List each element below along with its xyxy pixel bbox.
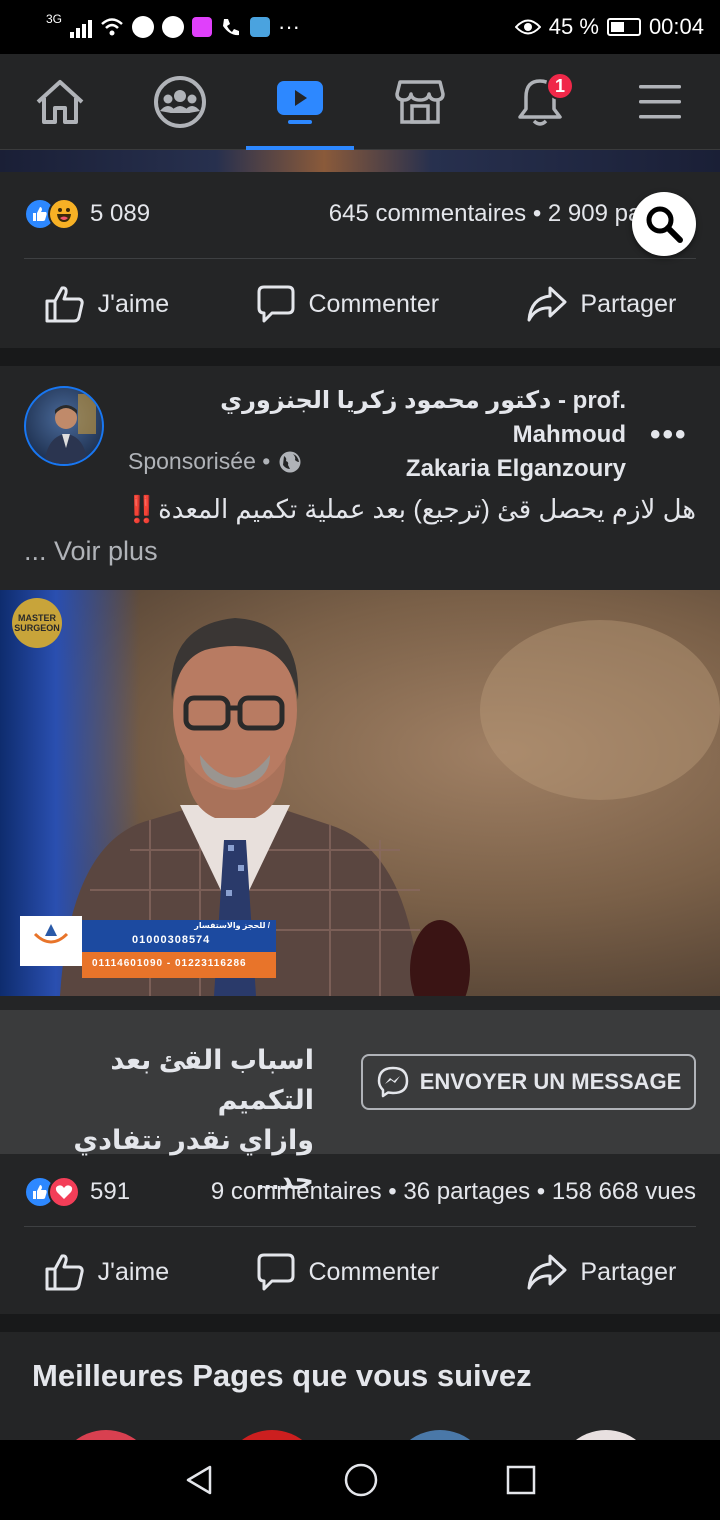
sponsored-text: Sponsorisée • [128, 448, 271, 474]
clinic-logo [20, 916, 82, 966]
share-label: Partager [580, 289, 677, 318]
comment-label: Commenter [308, 1257, 440, 1286]
post-text: هل لازم يحصل قئ (ترجيع) بعد عملية تكميم … [125, 494, 696, 524]
phone-banner: للحجز والاستفسار / 01000308574 011146010… [82, 920, 276, 978]
love-reaction-icon [48, 1176, 80, 1208]
page-avatar[interactable] [56, 1430, 156, 1440]
page-avatar[interactable] [556, 1430, 656, 1440]
send-message-label: ENVOYER UN MESSAGE [419, 1069, 682, 1094]
clinic-logo-icon [33, 924, 69, 944]
phone-number-1: 01000308574 [132, 934, 211, 946]
comments-shares-summary[interactable]: 645 commentaires • 2 909 part [329, 200, 656, 228]
clock: 00:04 [648, 14, 704, 39]
watch-video-icon [277, 81, 323, 124]
booking-label: للحجز والاستفسار / [194, 921, 270, 930]
nav-notifications[interactable]: 1 [480, 54, 600, 150]
hamburger-menu-icon [639, 85, 681, 119]
signal-icon [70, 16, 93, 38]
p-app-icon [192, 17, 213, 37]
share-arrow-icon [527, 1254, 567, 1290]
recents-icon[interactable] [505, 1464, 537, 1496]
marketplace-icon [395, 80, 445, 124]
sponsored-post: دكتور محمود زكريا الجنزوري - prof. Mahmo… [0, 366, 720, 1326]
floating-search-button[interactable] [632, 192, 696, 256]
thumbs-up-icon [45, 286, 84, 323]
network-type: 3G [46, 12, 63, 26]
comment-label: Commenter [308, 289, 440, 318]
comment-bubble-icon [257, 285, 295, 323]
ad-headline-line1: اسباب القئ بعد التكميم [110, 1045, 314, 1115]
home-icon [36, 80, 84, 124]
post-actions: J'aime Commenter Partager [0, 1227, 720, 1317]
section-title: Meilleures Pages que vous suivez [32, 1358, 532, 1393]
like-label: J'aime [97, 1257, 170, 1286]
post-actions: J'aime Commenter Partager [0, 259, 720, 349]
feed-separator [0, 348, 720, 366]
wifi-icon [101, 18, 123, 36]
groups-icon [154, 76, 206, 128]
app-icon [250, 17, 271, 37]
reactions-summary[interactable]: 5 089 645 commentaires • 2 909 part [24, 194, 696, 234]
see-more-link[interactable]: ... Voir plus [24, 536, 158, 567]
send-message-button[interactable]: ENVOYER UN MESSAGE [361, 1054, 696, 1110]
like-label: J'aime [97, 289, 170, 318]
share-button[interactable]: Partager [526, 1252, 676, 1292]
ad-cta-bar: اسباب القئ بعد التكميم وازاي نقدر نتفادي… [0, 1010, 720, 1195]
sponsored-label: Sponsorisée • [128, 448, 302, 475]
page-avatar[interactable] [390, 1430, 490, 1440]
more-options-button[interactable]: ••• [650, 418, 688, 452]
status-bar: 3G ··· 45 % 00:04 [0, 0, 720, 54]
search-icon [646, 206, 683, 243]
status-right: 45 % 00:04 [514, 14, 704, 40]
nav-home[interactable] [0, 54, 120, 150]
previous-video-thumbnail[interactable] [0, 150, 720, 172]
comment-bubble-icon [257, 1253, 295, 1291]
share-label: Partager [580, 1257, 677, 1286]
reactions-summary[interactable]: 591 9 commentaires • 36 partages • 158 6… [24, 1172, 696, 1212]
phone-number-2: 01114601090 - 01223116286 [92, 958, 247, 969]
missed-call-icon [223, 19, 240, 36]
author-avatar[interactable] [24, 386, 104, 466]
page-avatar[interactable] [222, 1430, 322, 1440]
previous-post-footer: 5 089 645 commentaires • 2 909 part J'ai… [0, 172, 720, 348]
share-arrow-icon [527, 286, 567, 322]
nav-menu[interactable] [600, 54, 720, 150]
phone-banner-top: للحجز والاستفسار / 01000308574 [82, 920, 276, 952]
nav-marketplace[interactable] [360, 54, 480, 150]
notification-badge: 1 [546, 72, 574, 100]
messenger-icon [162, 16, 185, 38]
engagement-stats[interactable]: 9 commentaires • 36 partages • 158 668 v… [211, 1178, 696, 1206]
top-nav-bar: 1 [0, 54, 720, 150]
back-icon[interactable] [183, 1463, 217, 1497]
author-name-line1: دكتور محمود زكريا الجنزوري - prof. Mahmo… [220, 387, 626, 448]
status-left-icons: 3G ··· [46, 12, 300, 40]
globe-icon [279, 451, 301, 472]
battery-percent: 45 % [548, 14, 599, 39]
master-surgeon-badge: MASTER SURGEON [12, 598, 62, 648]
reaction-count: 591 [90, 1178, 131, 1205]
thumbs-up-icon [45, 1254, 84, 1291]
home-circle-icon[interactable] [343, 1462, 379, 1498]
author-photo [44, 394, 96, 464]
eye-icon [514, 19, 541, 35]
battery-icon [606, 18, 641, 36]
nav-groups[interactable] [120, 54, 240, 150]
top-pages-section: Meilleures Pages que vous suivez [0, 1332, 720, 1440]
share-button[interactable]: Partager [526, 284, 676, 324]
messenger-icon [377, 1066, 408, 1098]
chrome-icon [132, 16, 155, 38]
overflow-icon: ··· [278, 14, 300, 39]
feed-separator [0, 1314, 720, 1332]
haha-reaction-icon [48, 198, 80, 230]
like-button[interactable]: J'aime [44, 284, 169, 324]
comment-button[interactable]: Commenter [256, 284, 439, 324]
like-button[interactable]: J'aime [44, 1252, 169, 1292]
ad-video-thumbnail[interactable]: MASTER SURGEON للحجز والاستفسار / 010003… [0, 590, 720, 996]
reaction-count: 5 089 [90, 200, 151, 227]
system-navigation-bar [0, 1440, 720, 1520]
comment-button[interactable]: Commenter [256, 1252, 439, 1292]
nav-watch[interactable] [240, 54, 360, 150]
